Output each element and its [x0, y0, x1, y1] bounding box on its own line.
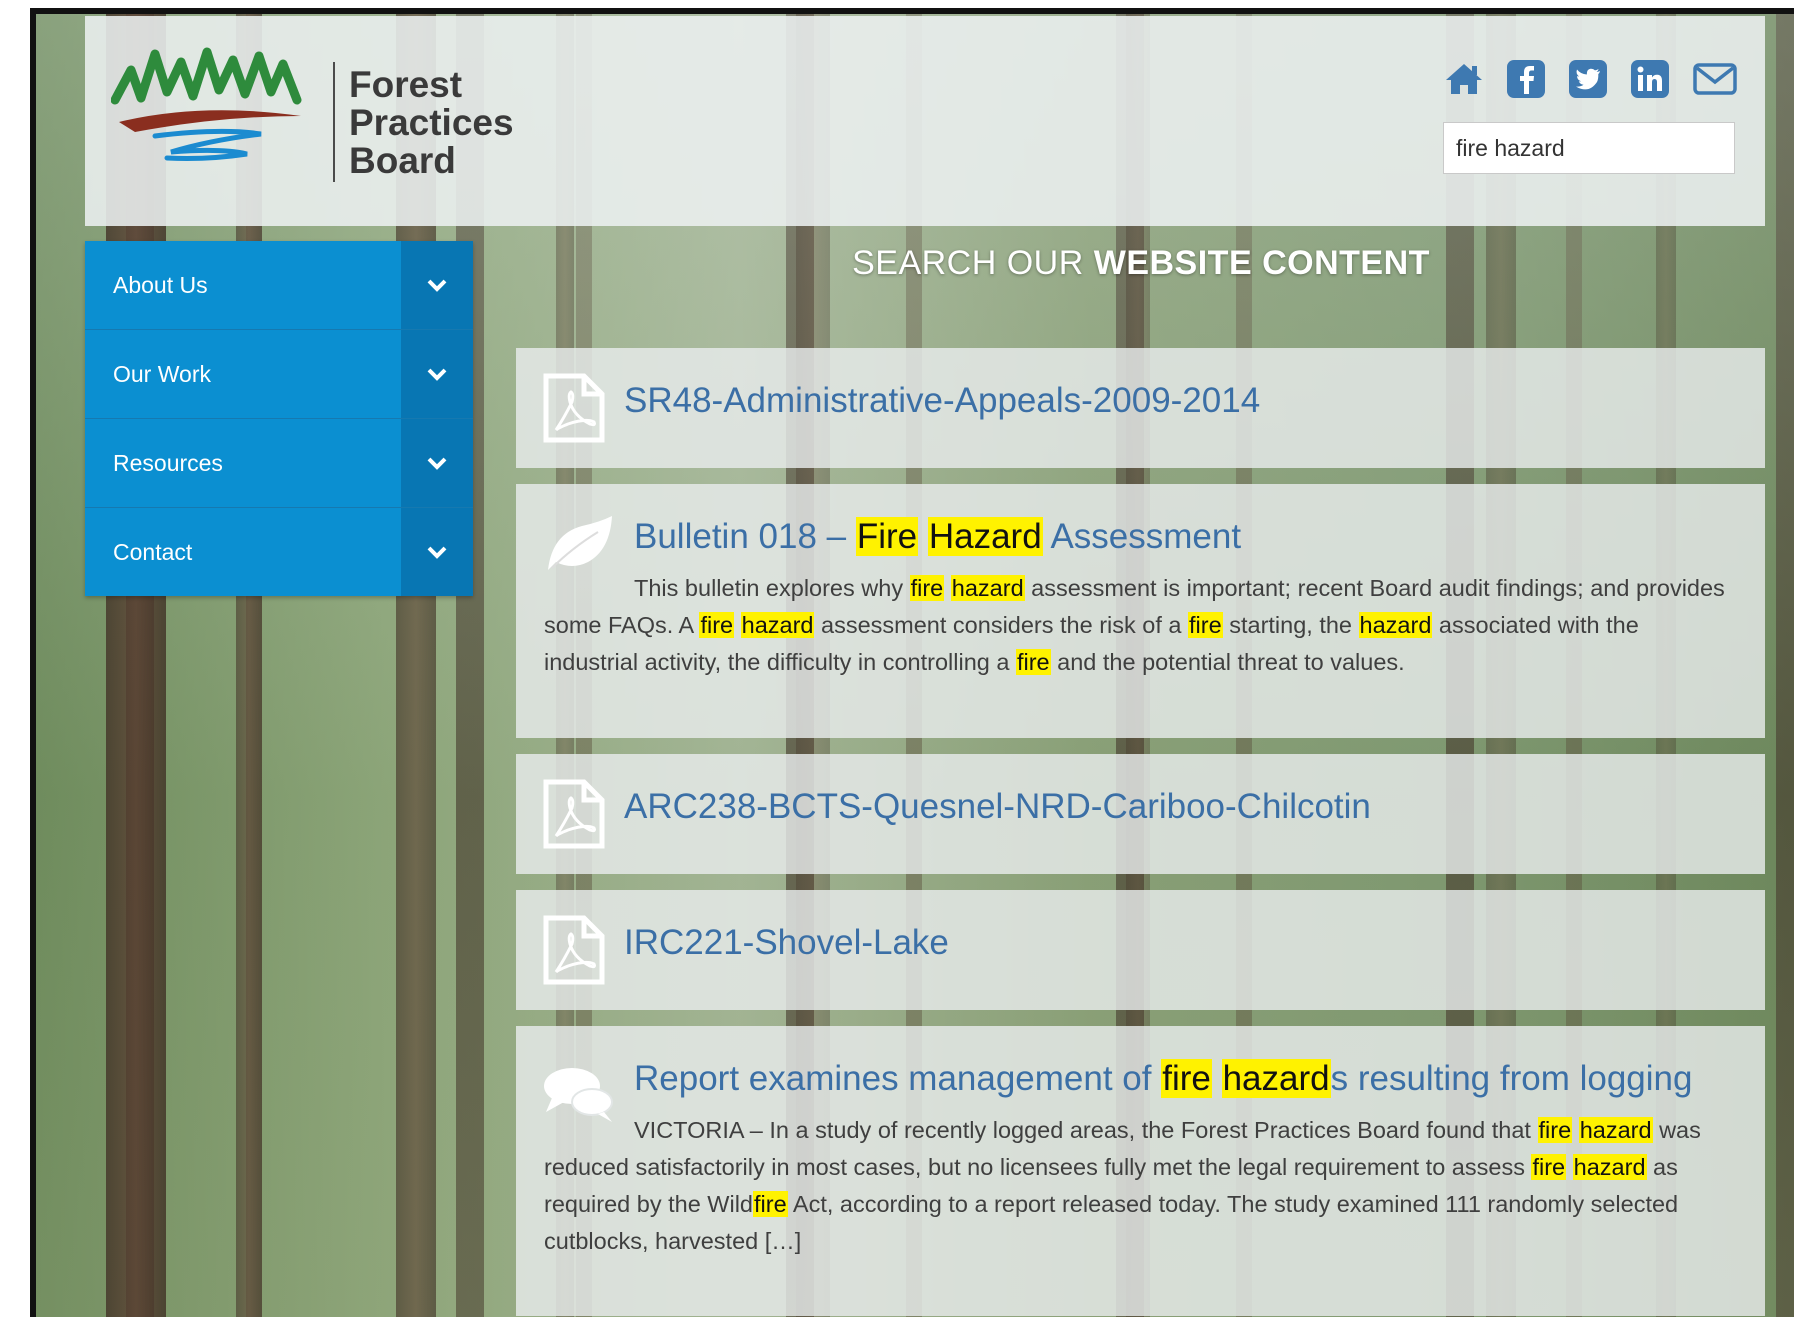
excerpt-text: [944, 575, 951, 601]
result-title-link[interactable]: ARC238-BCTS-Quesnel-NRD-Cariboo-Chilcoti…: [624, 784, 1371, 830]
result-title-link[interactable]: SR48-Administrative-Appeals-2009-2014: [624, 378, 1260, 424]
result-title-link[interactable]: IRC221-Shovel-Lake: [624, 920, 949, 966]
main-nav: About Us Our Work Resources Contact: [85, 241, 473, 596]
result-card: IRC221-Shovel-Lake: [516, 890, 1765, 1010]
nav-item-resources[interactable]: Resources: [85, 419, 473, 508]
site-logo[interactable]: Forest Practices Board: [111, 42, 514, 182]
search-highlight: fire: [909, 575, 945, 601]
chevron-down-icon[interactable]: [401, 330, 473, 418]
search-highlight: hazard: [1358, 612, 1433, 638]
section-title-light: SEARCH OUR: [852, 244, 1094, 282]
search-highlight: hazard: [1578, 1117, 1653, 1143]
result-card: SR48-Administrative-Appeals-2009-2014: [516, 348, 1765, 468]
result-excerpt: This bulletin explores why fire hazard a…: [544, 570, 1735, 681]
twitter-icon[interactable]: [1567, 58, 1609, 100]
excerpt-text: [734, 612, 741, 638]
excerpt-text: VICTORIA – In a study of recently logged…: [634, 1117, 1538, 1143]
search-highlight: Hazard: [927, 517, 1043, 556]
search-input[interactable]: [1443, 122, 1735, 174]
title-prefix: Report examines management of: [634, 1059, 1162, 1098]
linkedin-icon[interactable]: [1629, 58, 1671, 100]
excerpt-text: This bulletin explores why: [634, 575, 910, 601]
logo-mark: [111, 47, 302, 161]
logo-wordmark: Forest Practices Board: [349, 66, 514, 180]
home-icon[interactable]: [1443, 58, 1485, 100]
logo-line-1: Forest: [349, 64, 463, 105]
pdf-icon: [543, 779, 605, 849]
excerpt-text: and the potential threat to values.: [1050, 649, 1405, 675]
title-prefix: Bulletin 018 –: [634, 517, 856, 556]
chevron-down-icon[interactable]: [401, 508, 473, 596]
site-header: Forest Practices Board: [85, 16, 1765, 226]
search-highlight: hazard: [740, 612, 815, 638]
search-highlight: hazard: [950, 575, 1025, 601]
search-highlight: fire: [753, 1191, 788, 1217]
logo-line-3: Board: [349, 140, 456, 181]
search-highlight: fire: [1531, 1154, 1567, 1180]
nav-item-about-us[interactable]: About Us: [85, 241, 473, 330]
chevron-down-icon[interactable]: [401, 241, 473, 329]
result-card: Bulletin 018 – Fire Hazard Assessment Th…: [516, 484, 1765, 738]
nav-label[interactable]: Contact: [85, 508, 401, 596]
result-excerpt: VICTORIA – In a study of recently logged…: [544, 1112, 1735, 1260]
search-highlight: hazard: [1221, 1059, 1331, 1098]
result-card: ARC238-BCTS-Quesnel-NRD-Cariboo-Chilcoti…: [516, 754, 1765, 874]
search-highlight: fire: [699, 612, 735, 638]
title-suffix: Assessment: [1042, 517, 1242, 556]
result-title-link[interactable]: Bulletin 018 – Fire Hazard Assessment: [544, 506, 1735, 560]
nav-label[interactable]: Our Work: [85, 330, 401, 418]
nav-label[interactable]: About Us: [85, 241, 401, 329]
search-highlight: fire: [1161, 1059, 1212, 1098]
facebook-icon[interactable]: [1505, 58, 1547, 100]
result-card: Report examines management of fire hazar…: [516, 1026, 1765, 1316]
logo-line-2: Practices: [349, 102, 514, 143]
search-highlight: fire: [1015, 649, 1051, 675]
search-highlight: fire: [1537, 1117, 1573, 1143]
pdf-icon: [543, 915, 605, 985]
excerpt-text: assessment considers the risk of a: [814, 612, 1189, 638]
social-links: [1443, 58, 1739, 100]
section-title-bold: WEBSITE CONTENT: [1093, 244, 1430, 282]
logo-divider: [333, 62, 335, 182]
nav-label[interactable]: Resources: [85, 419, 401, 507]
search-highlight: hazard: [1572, 1154, 1647, 1180]
nav-item-contact[interactable]: Contact: [85, 508, 473, 596]
pdf-icon: [543, 373, 605, 443]
nav-item-our-work[interactable]: Our Work: [85, 330, 473, 419]
search-results: SR48-Administrative-Appeals-2009-2014 Bu…: [516, 348, 1765, 1332]
chat-icon: [544, 1068, 613, 1122]
result-title-link[interactable]: Report examines management of fire hazar…: [544, 1048, 1735, 1102]
email-icon[interactable]: [1691, 58, 1739, 100]
excerpt-text: starting, the: [1222, 612, 1359, 638]
search-highlight: Fire: [855, 517, 919, 556]
section-title: SEARCH OUR WEBSITE CONTENT: [516, 244, 1766, 283]
leaf-icon: [548, 516, 612, 570]
chevron-down-icon[interactable]: [401, 419, 473, 507]
excerpt-text: [1566, 1154, 1573, 1180]
search-highlight: fire: [1188, 612, 1223, 638]
title-suffix: s resulting from logging: [1330, 1059, 1693, 1098]
excerpt-text: [1572, 1117, 1579, 1143]
